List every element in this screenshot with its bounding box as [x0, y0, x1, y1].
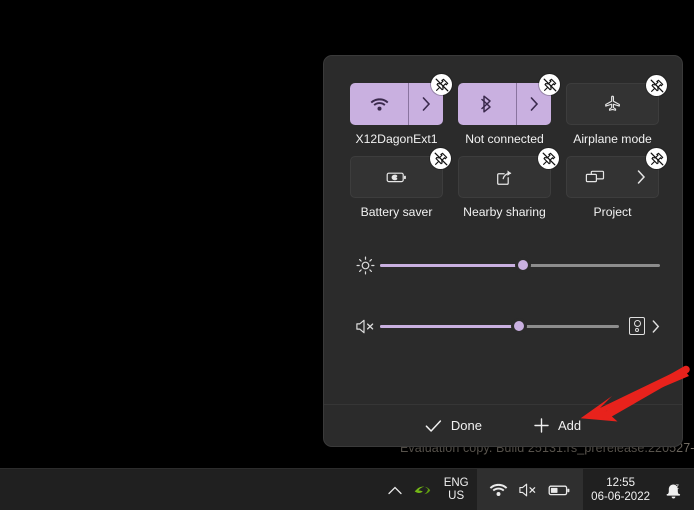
- unpin-icon-project[interactable]: [646, 148, 667, 169]
- bluetooth-icon: [481, 95, 493, 113]
- nvidia-tray-icon[interactable]: [409, 469, 435, 510]
- volume-muted-icon: [518, 482, 538, 498]
- nearby-sharing-icon: [496, 169, 513, 186]
- language-line-2: US: [448, 490, 465, 502]
- system-tray: ENG US 12:55 06-06-2022 z: [381, 469, 694, 510]
- quick-settings-tile-bluetooth[interactable]: Not connected: [458, 74, 560, 146]
- quick-settings-tile-wifi[interactable]: X12DagonExt1: [350, 74, 452, 146]
- unpin-icon-bluetooth[interactable]: [539, 74, 560, 95]
- audio-output-selector[interactable]: [629, 317, 660, 335]
- quick-settings-tile-nearby-sharing[interactable]: Nearby sharing: [458, 148, 559, 219]
- tile-toggle-bluetooth[interactable]: [458, 83, 517, 125]
- brightness-track[interactable]: [380, 257, 660, 273]
- tile-surface-bluetooth[interactable]: [458, 74, 560, 125]
- quick-settings-tray-button[interactable]: [477, 469, 584, 510]
- unpin-icon-wifi[interactable]: [431, 74, 452, 95]
- checkmark-icon: [425, 419, 442, 433]
- volume-muted-icon: [350, 318, 380, 335]
- project-icon: [585, 170, 606, 185]
- brightness-icon: [350, 256, 380, 275]
- tile-toggle-airplane-mode[interactable]: [567, 84, 658, 124]
- tile-surface-battery-saver[interactable]: [350, 148, 451, 198]
- brightness-thumb[interactable]: [514, 257, 531, 273]
- volume-thumb[interactable]: [510, 318, 527, 334]
- wifi-icon: [370, 97, 389, 112]
- tile-toggle-battery-saver[interactable]: [351, 157, 442, 197]
- battery-saver-icon: [386, 170, 408, 184]
- language-line-1: ENG: [443, 477, 469, 489]
- wifi-icon: [489, 483, 508, 497]
- tile-label-bluetooth: Not connected: [465, 132, 544, 146]
- done-button[interactable]: Done: [416, 413, 491, 438]
- language-indicator[interactable]: ENG US: [435, 469, 477, 510]
- tile-surface-project[interactable]: [566, 148, 667, 198]
- clock[interactable]: 12:55 06-06-2022: [583, 469, 658, 510]
- brightness-slider[interactable]: [380, 251, 660, 279]
- tile-label-wifi: X12DagonExt1: [355, 132, 438, 146]
- chevron-right-icon[interactable]: [652, 319, 660, 333]
- desktop-screen: Evaluation copy. Build 25131.rs_prerelea…: [0, 0, 694, 510]
- plus-icon: [534, 418, 549, 433]
- brightness-slider-row: [324, 245, 682, 285]
- clock-time: 12:55: [606, 477, 635, 489]
- quick-settings-tile-battery-saver[interactable]: Battery saver: [350, 148, 451, 219]
- unpin-icon-nearby-sharing[interactable]: [538, 148, 559, 169]
- tile-label-airplane-mode: Airplane mode: [573, 132, 652, 146]
- tile-surface-wifi[interactable]: [350, 74, 452, 125]
- annotation-arrow: [580, 365, 690, 422]
- volume-fill: [380, 324, 519, 328]
- volume-slider[interactable]: [380, 312, 619, 340]
- speaker-driver-small: [635, 328, 639, 332]
- tile-toggle-project[interactable]: [567, 157, 624, 197]
- quick-settings-tile-airplane-mode[interactable]: Airplane mode: [566, 75, 667, 146]
- tile-toggle-nearby-sharing[interactable]: [459, 157, 550, 197]
- volume-slider-row: [324, 306, 682, 346]
- tile-label-nearby-sharing: Nearby sharing: [463, 205, 546, 219]
- airplane-icon: [604, 95, 622, 113]
- bell-quiet-hours-icon[interactable]: z: [658, 469, 688, 510]
- tile-toggle-wifi[interactable]: [350, 83, 409, 125]
- brightness-fill: [380, 263, 523, 267]
- battery-icon: [548, 483, 571, 497]
- unpin-icon-battery-saver[interactable]: [430, 148, 451, 169]
- tile-label-battery-saver: Battery saver: [360, 205, 433, 219]
- quick-settings-tile-project[interactable]: Project: [566, 148, 667, 219]
- tile-surface-nearby-sharing[interactable]: [458, 148, 559, 198]
- audio-output-icon[interactable]: [629, 317, 645, 335]
- svg-text:z: z: [675, 481, 679, 490]
- taskbar: ENG US 12:55 06-06-2022 z: [0, 468, 694, 510]
- unpin-icon-airplane-mode[interactable]: [646, 75, 667, 96]
- volume-track[interactable]: [380, 318, 619, 334]
- tile-surface-airplane-mode[interactable]: [566, 75, 667, 125]
- tray-overflow-button[interactable]: [381, 469, 409, 510]
- tile-label-project: Project: [593, 205, 632, 219]
- speaker-driver-large: [633, 320, 641, 327]
- done-label: Done: [450, 418, 482, 433]
- chevron-up-icon: [388, 486, 402, 495]
- quick-settings-tile-grid: X12DagonExt1 Not connected Airplane mode…: [324, 56, 682, 219]
- clock-date: 06-06-2022: [591, 491, 650, 503]
